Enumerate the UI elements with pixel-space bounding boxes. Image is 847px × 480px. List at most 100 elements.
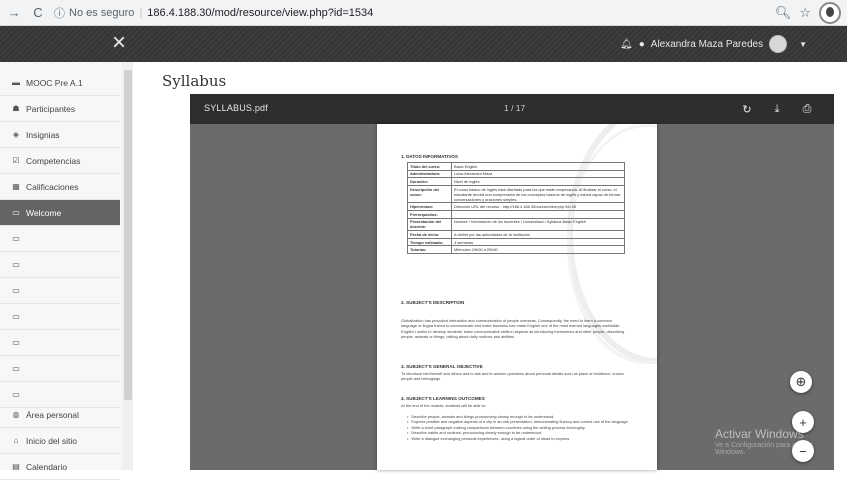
dashboard-icon: ◍ [12, 410, 20, 419]
table-key-cell: Hiperenlace: [407, 202, 452, 211]
sidebar-item[interactable]: ▭ [0, 356, 120, 382]
table-row: Duración: Nivel de Inglés [407, 177, 625, 186]
info-icon[interactable]: ⓘ [54, 5, 65, 21]
sidebar-item[interactable]: ▭ [0, 252, 120, 278]
doc-bullet-list: Describe people, animals and things pron… [407, 414, 629, 441]
checklist-icon: ☑ [12, 156, 20, 165]
sidebar-item-label: Participantes [26, 103, 76, 114]
sidebar-item[interactable]: ▭ [0, 304, 120, 330]
close-drawer-icon[interactable]: × [112, 29, 126, 57]
user-name[interactable]: Alexandra Maza Paredes [651, 39, 763, 50]
zoom-fit-icon[interactable]: ⊕ [790, 371, 812, 393]
address-separator: | [139, 6, 143, 19]
messages-icon[interactable]: ● [639, 39, 645, 50]
pdf-file-name: SYLLABUS.pdf [204, 103, 268, 113]
sidebar-item[interactable]: ▭ [0, 226, 120, 252]
table-key-cell: Tutorías: [407, 245, 452, 254]
chevron-down-icon[interactable]: ▼ [799, 40, 807, 49]
sidebar-item-label: Área personal [26, 409, 79, 420]
security-label: No es seguro [69, 6, 135, 19]
table-key-cell: Presentación del docente: [407, 217, 452, 232]
sidebar-item[interactable]: ▤ Calendario [0, 454, 120, 480]
table-value-cell: El curso básico de inglés está diseñado … [451, 184, 625, 204]
table-key-cell: Tiempo estimado: [407, 237, 452, 247]
address-bar[interactable]: ⓘ No es seguro | 186.4.188.30/mod/resour… [54, 3, 373, 23]
sidebar-item-label: MOOC Pre A.1 [26, 77, 83, 88]
sidebar-scroll-thumb[interactable] [124, 70, 132, 400]
table-value-cell [451, 209, 625, 219]
sidebar-item[interactable]: ▭ Welcome [0, 200, 120, 226]
table-row: Prerrequisitos: [407, 209, 625, 219]
print-icon[interactable]: ⎙ [798, 100, 816, 118]
sidebar-item[interactable]: ▬ MOOC Pre A.1 [0, 70, 120, 96]
table-row: Administradora: Luisa Alexandra Maza [407, 169, 625, 179]
table-key-cell: Prerrequisitos: [407, 209, 452, 219]
list-item: Write a dialogue exchanging personal exp… [407, 436, 629, 441]
users-icon: ☗ [12, 104, 20, 113]
mortarboard-icon: ▬ [12, 78, 20, 87]
sidebar-item-label: Inicio del sitio [26, 435, 78, 446]
sidebar-item[interactable]: ☑ Competencias [0, 148, 120, 174]
table-key-cell: Título del curso: [407, 162, 452, 171]
sidebar-item[interactable]: ▭ [0, 382, 120, 408]
site-topbar: × 🔔︎ ● Alexandra Maza Paredes ▼ [0, 26, 847, 62]
user-menu[interactable]: 🔔︎ ● Alexandra Maza Paredes ▼ [620, 26, 807, 62]
windows-activation-subtitle: Ve a Configuración para activar Windows. [715, 442, 813, 456]
badge-icon: ◈ [12, 130, 20, 139]
table-icon: ▦ [12, 182, 20, 191]
page-indicator: 1 / 17 [504, 103, 526, 113]
notifications-bell-icon[interactable]: 🔔︎ [620, 39, 633, 50]
nav-drawer: ▤ Calendario ⌂ Inicio del sitio ◍ Área person… [0, 62, 133, 480]
sidebar-item[interactable]: ▭ [0, 278, 120, 304]
user-avatar[interactable] [769, 35, 788, 53]
zoom-icon[interactable]: 🔍︎ [775, 5, 792, 21]
table-row: Tiempo estimado: 4 semanas [407, 237, 625, 247]
main-region: Syllabus SYLLABUS.pdf 1 / 17 ↻ ⤓ ⎙ 1. DA… [133, 62, 847, 470]
sidebar-item[interactable]: ☗ Participantes [0, 96, 120, 122]
table-row: Título del curso: Basic English [407, 162, 625, 171]
url-text[interactable]: 186.4.188.30/mod/resource/view.php?id=15… [147, 7, 373, 19]
sidebar-item-label: Calendario [26, 461, 68, 472]
sidebar-item-label: Welcome [26, 207, 62, 218]
sidebar-item[interactable]: ▭ [0, 330, 120, 356]
sidebar-item[interactable]: ▦ Calificaciones [0, 174, 120, 200]
doc-paragraph: At the end of the module, students will … [401, 403, 486, 408]
table-value-cell: Nivel de Inglés [451, 177, 625, 186]
sidebar-item[interactable]: ◈ Insignias [0, 122, 120, 148]
table-value-cell: A definir por las autoridades de la inst… [451, 230, 625, 239]
sidebar-item-label: Calificaciones [26, 181, 79, 192]
doc-section-heading: 2. SUBJECT'S DESCRIPTION [401, 300, 465, 305]
folder-icon: ▭ [12, 312, 20, 321]
folder-icon: ▭ [12, 234, 20, 243]
table-value-cell: Basic English [451, 162, 625, 171]
doc-section-heading: 3. SUBJECT'S GENERAL OBJECTIVE [401, 364, 483, 369]
folder-icon: ▭ [12, 208, 20, 217]
table-value-cell: Dirección URL del recurso - http://186.4… [451, 202, 625, 211]
folder-icon: ▭ [12, 338, 20, 347]
folder-icon: ▭ [12, 364, 20, 373]
reload-icon[interactable]: C [28, 3, 48, 23]
rotate-icon[interactable]: ↻ [738, 100, 756, 118]
home-icon: ⌂ [13, 436, 19, 445]
table-key-cell: Descripción del curso: [407, 184, 452, 204]
forward-icon[interactable]: → [4, 3, 24, 23]
folder-icon: ▭ [12, 286, 20, 295]
doc-info-table: Título del curso: Basic English Administra… [407, 162, 625, 254]
page-title: Syllabus [162, 72, 227, 90]
doc-paragraph: To introduce him/herself and others and … [401, 371, 624, 382]
table-key-cell: Duración: [407, 177, 452, 186]
bookmark-star-icon[interactable]: ☆ [799, 5, 811, 21]
sidebar-item[interactable]: ⌂ Inicio del sitio [0, 428, 120, 454]
profile-avatar[interactable] [819, 1, 841, 24]
doc-section-heading: 1. DATOS INFORMATIVOS [401, 154, 458, 159]
download-icon[interactable]: ⤓ [768, 100, 786, 118]
doc-paragraph: Globalization has provoked interaction a… [401, 318, 625, 340]
table-value-cell: Luisa Alexandra Maza [451, 169, 625, 179]
table-row: Fecha de inicio: A definir por las autori… [407, 230, 625, 239]
sidebar-item-label: Insignias [26, 129, 60, 140]
table-row: Descripción del curso: El curso básico de… [407, 184, 625, 204]
table-key-cell: Fecha de inicio: [407, 230, 452, 239]
pdf-viewer: SYLLABUS.pdf 1 / 17 ↻ ⤓ ⎙ 1. DATOS INFOR… [190, 94, 834, 470]
browser-actions: 🔍︎ ☆ [775, 1, 847, 24]
folder-icon: ▭ [12, 260, 20, 269]
